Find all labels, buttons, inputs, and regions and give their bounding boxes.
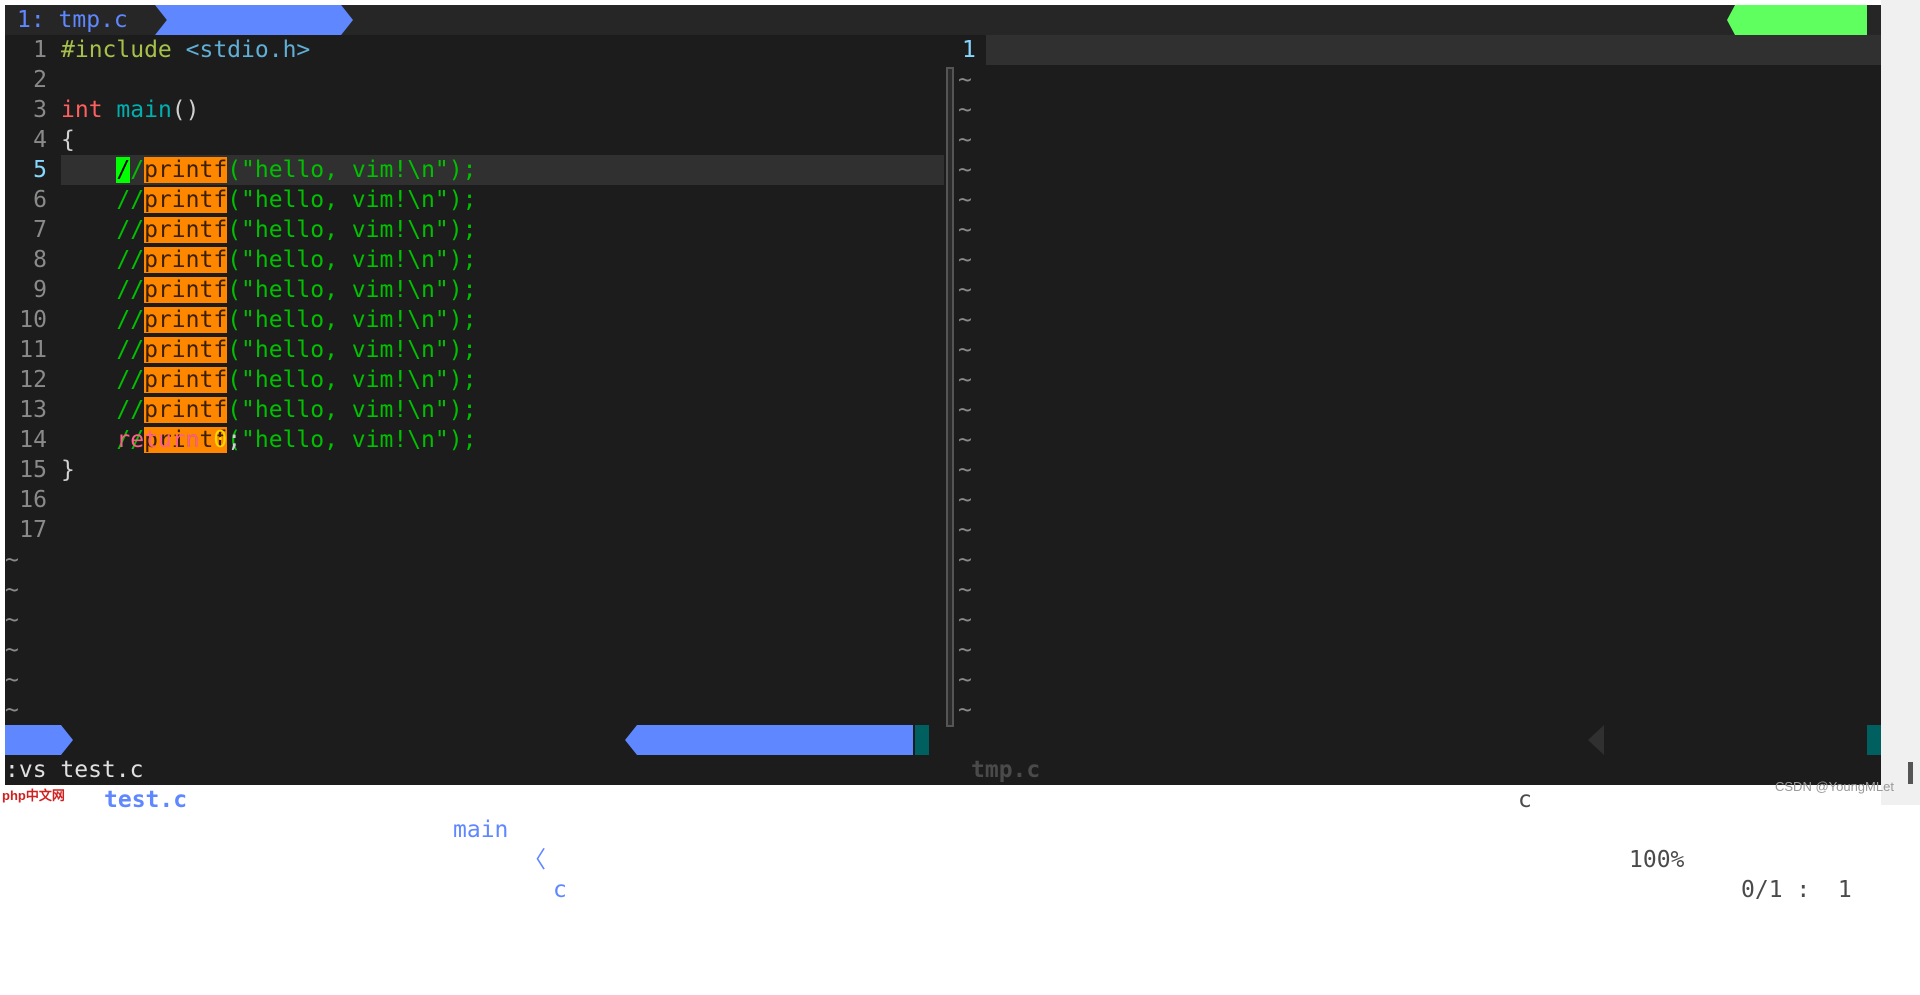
statusline-left: N… test.c main 〈 c 29% 5/17 : 5: [5, 725, 944, 903]
empty-line-tilde: ~: [958, 187, 972, 213]
code-line-13: //printf("hello, vim!\n");: [116, 397, 477, 423]
position-block: 29% 5/17 : 5: [625, 725, 913, 755]
empty-line-tilde: ~: [958, 547, 972, 573]
code-line-11: //printf("hello, vim!\n");: [116, 337, 477, 363]
code-line-6: //printf("hello, vim!\n");: [116, 187, 477, 213]
empty-line-tilde: ~: [5, 577, 19, 603]
teal-marker: [1867, 725, 1881, 755]
code-line-12: //printf("hello, vim!\n");: [116, 367, 477, 393]
cursor: /: [116, 157, 131, 183]
empty-line-tilde: ~: [958, 487, 972, 513]
line-number: 13: [19, 397, 47, 423]
code-line-7: //printf("hello, vim!\n");: [116, 217, 477, 243]
statusline-right: tmp.c c 100% 0/1 : 1: [955, 725, 1881, 903]
tabline: 1: tmp.c 3: test.c buffers: [5, 5, 1881, 35]
statusline-function: main: [453, 817, 509, 843]
empty-line-tilde: ~: [958, 457, 972, 483]
empty-line-tilde: ~: [958, 97, 972, 123]
empty-line-tilde: ~: [958, 307, 972, 333]
empty-line-tilde: ~: [958, 277, 972, 303]
line-number: 2: [33, 67, 47, 93]
empty-line-tilde: ~: [958, 337, 972, 363]
line-number: 8: [33, 247, 47, 273]
empty-line-tilde: ~: [958, 397, 972, 423]
mode-indicator: N…: [5, 725, 73, 755]
line-number: 1: [33, 37, 47, 63]
empty-line-tilde: ~: [958, 367, 972, 393]
watermark-php: php中文网: [2, 788, 65, 803]
line-number: 9: [33, 277, 47, 303]
code-line-4: {: [61, 127, 75, 153]
empty-line-tilde: ~: [958, 247, 972, 273]
statusline-filetype: c: [553, 877, 567, 903]
empty-line-tilde: ~: [958, 157, 972, 183]
tab-tmp-c[interactable]: 1: tmp.c: [17, 5, 128, 35]
line-number: 14: [19, 427, 47, 453]
line-number: 7: [33, 217, 47, 243]
empty-line-tilde: ~: [5, 697, 19, 723]
line-number: 5: [33, 157, 47, 183]
empty-line-tilde: ~: [958, 697, 972, 723]
empty-line-tilde: ~: [5, 607, 19, 633]
vim-terminal[interactable]: 1: tmp.c 3: test.c buffers 1234567891011…: [5, 5, 1881, 903]
cursor-line: [986, 35, 1881, 65]
watermark-csdn: CSDN @YoungMLet: [1775, 779, 1894, 794]
line-number: 1: [962, 37, 976, 63]
tab-test-c[interactable]: 3: test.c: [155, 5, 353, 35]
separator-icon: 〈: [523, 847, 546, 873]
code-line-8: //printf("hello, vim!\n");: [116, 247, 477, 273]
code-line-17: }: [61, 457, 75, 483]
empty-line-tilde: ~: [958, 427, 972, 453]
empty-line-tilde: ~: [5, 667, 19, 693]
statusline-filename: test.c: [104, 787, 188, 813]
empty-line-tilde: ~: [958, 127, 972, 153]
buffers-label: buffers: [1727, 5, 1867, 35]
empty-line-tilde: ~: [958, 667, 972, 693]
window-separator[interactable]: [946, 67, 954, 727]
arrow-icon: [1588, 725, 1604, 755]
empty-line-tilde: ~: [958, 67, 972, 93]
empty-line-tilde: ~: [5, 637, 19, 663]
line-number: 6: [33, 187, 47, 213]
page-scrollbar[interactable]: [1881, 0, 1920, 805]
empty-line-tilde: ~: [5, 547, 19, 573]
empty-line-tilde: ~: [958, 637, 972, 663]
code-line-1: #include <stdio.h>: [61, 37, 311, 63]
code-line-5: //printf("hello, vim!\n");: [116, 157, 477, 183]
line-number: 10: [19, 307, 47, 333]
line-number: 17: [19, 517, 47, 543]
line-number: 15: [19, 457, 47, 483]
empty-line-tilde: ~: [958, 577, 972, 603]
teal-marker: [915, 725, 929, 755]
code-line-9: //printf("hello, vim!\n");: [116, 277, 477, 303]
line-number: 3: [33, 97, 47, 123]
line-number: 12: [19, 367, 47, 393]
line-number: 11: [19, 337, 47, 363]
code-line-10: //printf("hello, vim!\n");: [116, 307, 477, 333]
command-line[interactable]: :vs test.c: [5, 755, 143, 785]
code-line-3: int main(): [61, 97, 200, 123]
empty-line-tilde: ~: [958, 607, 972, 633]
code-line-16: return 0;: [116, 427, 242, 453]
line-number: 16: [19, 487, 47, 513]
line-number: 4: [33, 127, 47, 153]
empty-line-tilde: ~: [958, 217, 972, 243]
empty-line-tilde: ~: [958, 517, 972, 543]
